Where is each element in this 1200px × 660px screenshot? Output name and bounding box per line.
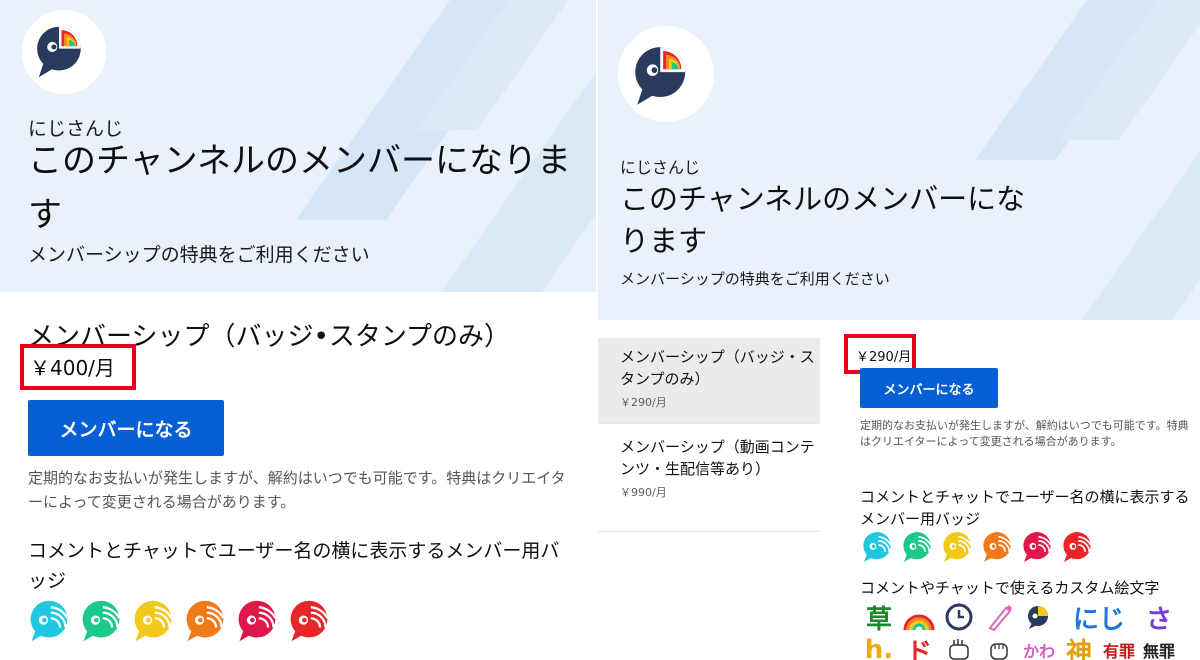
- page-title: このチャンネルのメンバーになります: [620, 182, 1026, 258]
- fist-emoji-icon: [980, 635, 1018, 660]
- join-button[interactable]: メンバーになる: [28, 400, 224, 456]
- tier-option-price: ￥990/月: [620, 486, 667, 499]
- emoji-kawa: かわ: [1022, 642, 1055, 660]
- page-subtitle: メンバーシップの特典をご利用ください: [28, 244, 370, 266]
- emoji-kusa: 草: [865, 604, 892, 635]
- member-badge-icon: [26, 598, 72, 644]
- perk-title-badges: コメントとチャットでユーザー名の横に表示するメンバー用バッジ: [860, 488, 1190, 528]
- page-title: このチャンネルのメンバーになります: [28, 141, 571, 235]
- member-badge-icon: [1020, 530, 1054, 564]
- tier-price: ￥400/月: [30, 356, 115, 380]
- rainbow-emoji-icon: [900, 602, 938, 632]
- emoji-niji: にじ: [1072, 604, 1125, 635]
- member-badge-icon: [182, 598, 228, 644]
- emoji-do: ド: [905, 637, 932, 660]
- emoji-kami: 神: [1065, 637, 1092, 660]
- member-badge-icon: [234, 598, 280, 644]
- pen-emoji-icon: [980, 602, 1018, 632]
- page-subtitle: メンバーシップの特典をご利用ください: [620, 270, 890, 288]
- right-screenshot: にじさんじ このチャンネルのメンバーになります メンバーシップの特典をご利用くだ…: [598, 0, 1200, 660]
- badge-list: [860, 530, 1094, 564]
- member-badge-icon: [980, 530, 1014, 564]
- member-badge-icon: [286, 598, 332, 644]
- nijisanji-logo-emoji-icon: [1020, 602, 1058, 632]
- badge-list: [26, 598, 332, 644]
- member-badge-icon: [940, 530, 974, 564]
- tier-price: ￥290/月: [856, 350, 912, 365]
- member-badge-icon: [78, 598, 124, 644]
- emoji-sa: さ: [1145, 604, 1172, 635]
- member-badge-icon: [900, 530, 934, 564]
- billing-disclaimer: 定期的なお支払いが発生しますが、解約はいつでも可能です。特典はクリエイターによっ…: [28, 469, 566, 511]
- tier-option-price: ￥290/月: [620, 396, 667, 409]
- channel-logo-icon: [618, 26, 714, 122]
- custom-emoji-grid: 草 にじ さ h. ド かわ 神 有罪 無罪: [860, 602, 1190, 660]
- channel-logo-icon: [22, 10, 106, 94]
- left-screenshot: にじさんじ このチャンネルのメンバーになります メンバーシップの特典をご利用くだ…: [0, 0, 596, 660]
- clock-emoji-icon: [940, 602, 978, 632]
- member-badge-icon: [860, 530, 894, 564]
- emoji-muzai: 無罪: [1142, 642, 1175, 660]
- member-badge-icon: [1060, 530, 1094, 564]
- emoji-h: h.: [864, 635, 894, 660]
- tier-option-name: メンバーシップ（バッジ・スタンプのみ）: [620, 348, 815, 388]
- emoji-yuuzai: 有罪: [1102, 642, 1135, 660]
- billing-disclaimer: 定期的なお支払いが発生しますが、解約はいつでも可能です。特典はクリエイターによっ…: [860, 419, 1189, 448]
- tier-option-video[interactable]: メンバーシップ（動画コンテンツ・生配信等あり） ￥990/月: [598, 424, 820, 532]
- channel-name: にじさんじ: [620, 158, 701, 177]
- tier-list: メンバーシップ（バッジ・スタンプのみ） ￥290/月 メンバーシップ（動画コンテ…: [598, 338, 820, 532]
- tier-option-badges[interactable]: メンバーシップ（バッジ・スタンプのみ） ￥290/月: [598, 338, 820, 424]
- tier-option-name: メンバーシップ（動画コンテンツ・生配信等あり）: [620, 438, 815, 478]
- perk-title-badges: コメントとチャットでユーザー名の横に表示するメンバー用バッジ: [28, 540, 560, 592]
- perk-title-emojis: コメントやチャットで使えるカスタム絵文字: [860, 579, 1160, 597]
- join-button[interactable]: メンバーになる: [860, 368, 998, 408]
- member-badge-icon: [130, 598, 176, 644]
- hand-emoji-icon: [940, 635, 978, 660]
